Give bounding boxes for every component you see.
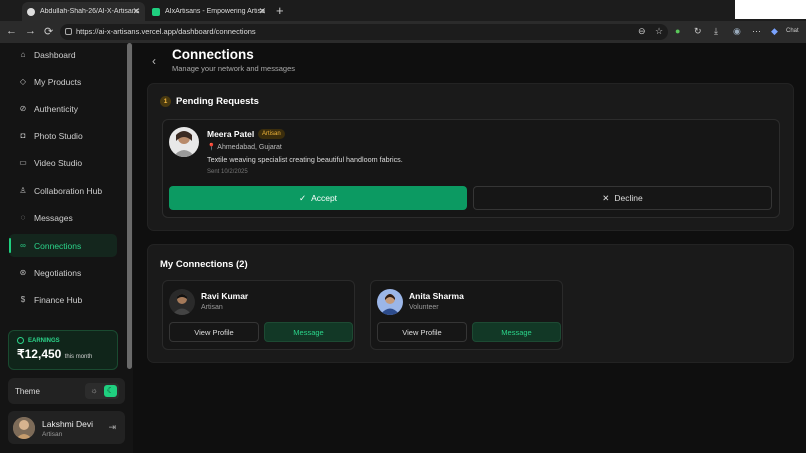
earnings-label: EARNINGS bbox=[28, 337, 60, 344]
location-pin-icon: 📍 bbox=[207, 144, 216, 151]
lock-icon bbox=[65, 28, 72, 35]
theme-label: Theme bbox=[15, 386, 40, 396]
link-icon: ∞ bbox=[20, 241, 26, 250]
forward-arrow-icon[interactable]: → bbox=[25, 25, 36, 37]
logout-icon[interactable]: ⇥ bbox=[108, 422, 116, 433]
earnings-period: this month bbox=[64, 354, 93, 360]
close-icon[interactable]: ✕ bbox=[258, 6, 266, 17]
profile-icon[interactable]: ◉ bbox=[733, 26, 741, 37]
chat-icon: ◌ bbox=[20, 213, 26, 222]
view-profile-button[interactable]: View Profile bbox=[377, 322, 467, 342]
request-role-badge: Artisan bbox=[258, 129, 285, 139]
avatar bbox=[13, 417, 35, 439]
address-bar-row: ← → ⟳ https://ai-x-artisans.vercel.app/d… bbox=[0, 21, 806, 43]
message-button[interactable]: Message bbox=[264, 322, 353, 342]
chevron-left-icon[interactable]: ‹ bbox=[152, 54, 156, 68]
extension-icon[interactable]: ● bbox=[675, 26, 680, 36]
connection-card-ravi: Ravi Kumar Artisan View Profile Message bbox=[162, 280, 355, 350]
pending-requests-title: 1 Pending Requests bbox=[160, 96, 259, 107]
dollar-icon bbox=[17, 337, 24, 344]
sidebar-item-my-products[interactable]: ◇ My Products bbox=[9, 70, 117, 93]
moon-icon[interactable]: ☾ bbox=[104, 385, 117, 397]
box-icon: ◇ bbox=[19, 77, 27, 86]
message-button[interactable]: Message bbox=[472, 322, 561, 342]
page-subtitle: Manage your network and messages bbox=[172, 64, 295, 73]
sidebar-item-connections[interactable]: ∞ Connections bbox=[9, 234, 117, 257]
sidebar-item-collaboration-hub[interactable]: ♙ Collaboration Hub bbox=[9, 179, 117, 202]
request-description: Textile weaving specialist creating beau… bbox=[207, 155, 403, 164]
chat-label[interactable]: Chat bbox=[786, 28, 799, 34]
pending-count-badge: 1 bbox=[160, 96, 171, 107]
users-icon: ♙ bbox=[19, 186, 27, 195]
favorite-star-icon[interactable]: ☆ bbox=[655, 26, 663, 37]
request-name: Meera Patel bbox=[207, 129, 255, 139]
back-arrow-icon[interactable]: ← bbox=[6, 25, 17, 37]
close-icon: ✕ bbox=[602, 192, 610, 203]
connection-role: Artisan bbox=[201, 304, 223, 311]
connection-name: Ravi Kumar bbox=[201, 291, 249, 301]
download-icon[interactable]: ⤓ bbox=[714, 26, 718, 37]
check-circle-icon: ⊘ bbox=[19, 104, 27, 113]
connection-card-anita: Anita Sharma Volunteer View Profile Mess… bbox=[370, 280, 563, 350]
sidebar-item-video-studio[interactable]: ▭ Video Studio bbox=[9, 151, 117, 174]
decline-button[interactable]: ✕ Decline bbox=[473, 186, 772, 210]
url-field[interactable]: https://ai-x-artisans.vercel.app/dashboa… bbox=[60, 24, 668, 40]
close-icon[interactable]: ✕ bbox=[132, 6, 140, 17]
theme-toggle-row: Theme ☼ ☾ bbox=[8, 378, 125, 404]
copilot-icon[interactable]: ◆ bbox=[771, 26, 778, 37]
request-sent-date: Sent 10/2/2025 bbox=[207, 169, 248, 175]
view-profile-button[interactable]: View Profile bbox=[169, 322, 259, 342]
connection-name: Anita Sharma bbox=[409, 291, 464, 301]
earnings-value: ₹12,450 bbox=[17, 347, 62, 361]
browser-tab-github[interactable]: Abdullah-Shah-26/AI-X-Artisans: A ✕ bbox=[22, 2, 145, 21]
sidebar-scrollbar[interactable] bbox=[127, 43, 132, 369]
user-card[interactable]: Lakshmi Devi Artisan ⇥ bbox=[8, 411, 125, 444]
github-icon bbox=[27, 7, 35, 16]
request-location: Ahmedabad, Gujarat bbox=[217, 144, 282, 151]
user-name: Lakshmi Devi bbox=[42, 419, 94, 429]
browser-tab-aixartisans[interactable]: AIxArtisans - Empowering Artisans ✕ bbox=[147, 2, 271, 21]
page-title: Connections bbox=[172, 47, 254, 62]
avatar bbox=[169, 289, 195, 315]
sidebar-item-authenticity[interactable]: ⊘ Authenticity bbox=[9, 97, 117, 120]
sidebar-item-messages[interactable]: ◌ Messages bbox=[9, 206, 117, 229]
sun-icon[interactable]: ☼ bbox=[88, 385, 100, 397]
new-tab-icon[interactable]: + bbox=[276, 3, 284, 18]
sidebar-item-negotiations[interactable]: ⊛ Negotiations bbox=[9, 261, 117, 284]
video-icon: ▭ bbox=[19, 158, 27, 167]
check-icon: ✓ bbox=[298, 192, 307, 203]
accept-button[interactable]: ✓ Accept bbox=[169, 186, 467, 210]
more-icon[interactable]: ⋯ bbox=[752, 26, 761, 37]
refresh-icon[interactable]: ↻ bbox=[694, 26, 702, 37]
user-role: Artisan bbox=[42, 431, 63, 438]
my-connections-title: My Connections (2) bbox=[160, 259, 248, 270]
zoom-icon[interactable]: ⊖ bbox=[638, 26, 646, 37]
blank-region bbox=[735, 0, 806, 19]
pending-request-card: Meera Patel Artisan 📍 Ahmedabad, Gujarat… bbox=[162, 119, 780, 218]
avatar bbox=[377, 289, 403, 315]
avatar bbox=[169, 127, 199, 157]
handshake-icon: ⊛ bbox=[19, 268, 27, 277]
sidebar-item-photo-studio[interactable]: ◘ Photo Studio bbox=[9, 124, 117, 147]
theme-switch[interactable]: ☼ ☾ bbox=[85, 383, 119, 399]
dollar-icon: $ bbox=[20, 295, 26, 304]
sidebar-item-dashboard[interactable]: ⌂ Dashboard bbox=[9, 43, 117, 66]
browser-tab-bar: Abdullah-Shah-26/AI-X-Artisans: A ✕ AIxA… bbox=[0, 0, 806, 21]
connection-role: Volunteer bbox=[409, 304, 439, 311]
home-icon: ⌂ bbox=[20, 50, 26, 59]
site-favicon-icon bbox=[152, 7, 160, 16]
reload-icon[interactable]: ⟳ bbox=[44, 25, 53, 38]
sidebar-item-finance-hub[interactable]: $ Finance Hub bbox=[9, 288, 117, 311]
earnings-card: EARNINGS ₹12,450 this month bbox=[8, 330, 118, 370]
camera-icon: ◘ bbox=[20, 131, 26, 140]
